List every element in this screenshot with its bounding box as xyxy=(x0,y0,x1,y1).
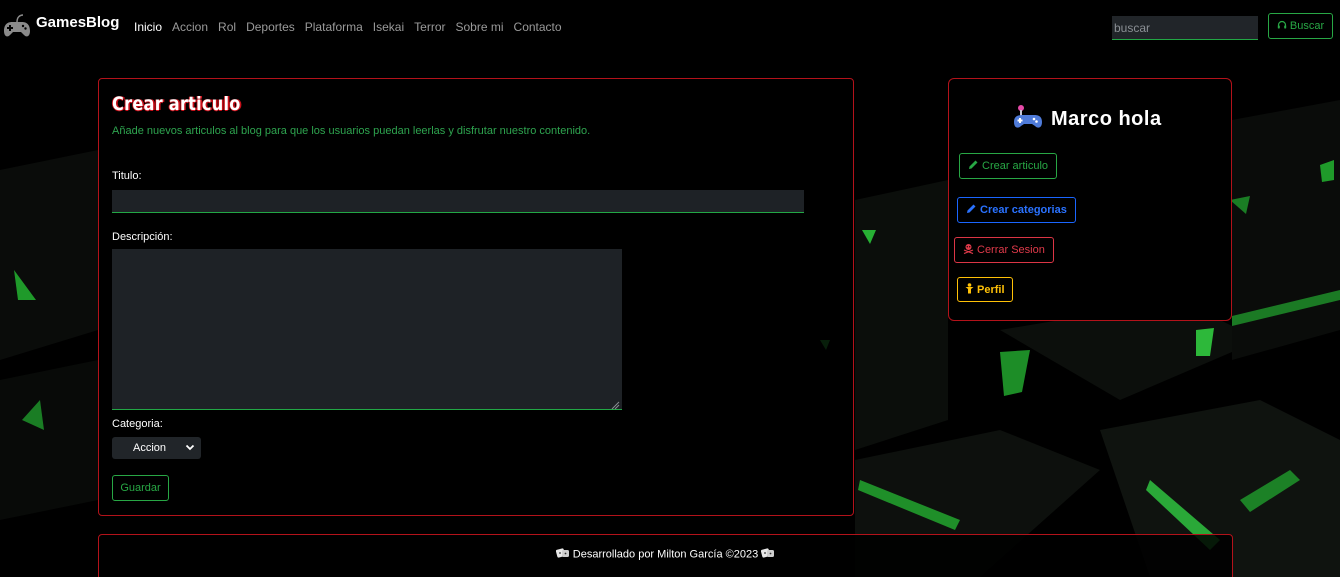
resize-grip-icon[interactable] xyxy=(611,397,620,410)
nav-item-isekai[interactable]: Isekai xyxy=(373,20,404,34)
nav-links: Inicio Accion Rol Deportes Plataforma Is… xyxy=(134,20,572,34)
headset-icon xyxy=(1277,20,1287,33)
search-button[interactable]: Buscar xyxy=(1268,13,1333,39)
footer-text: Desarrollado por Milton García ©2023 xyxy=(572,548,759,561)
top-navbar: GamesBlog Inicio Accion Rol Deportes Pla… xyxy=(0,0,1340,54)
user-header: Marco hola xyxy=(1011,103,1162,136)
nav-item-deportes[interactable]: Deportes xyxy=(246,20,295,34)
profile-label: Perfil xyxy=(977,283,1005,296)
skull-crossbones-icon xyxy=(963,243,974,257)
create-category-label: Crear categorias xyxy=(980,204,1067,216)
user-name: Marco hola xyxy=(1051,108,1162,130)
create-article-card: Crear articulo Añade nuevos articulos al… xyxy=(98,78,854,516)
user-panel: Marco hola Crear articulo Crear categori… xyxy=(948,78,1232,321)
dice-icon xyxy=(761,547,775,562)
nav-item-plataforma[interactable]: Plataforma xyxy=(305,20,363,34)
nav-item-rol[interactable]: Rol xyxy=(218,20,236,34)
category-select[interactable]: Accion xyxy=(112,437,201,459)
save-button[interactable]: Guardar xyxy=(112,475,169,501)
pencil-icon xyxy=(966,203,977,217)
user-icon xyxy=(965,282,974,297)
search-input[interactable] xyxy=(1112,16,1258,40)
dice-icon xyxy=(555,547,570,562)
create-article-label: Crear articulo xyxy=(982,160,1049,172)
logout-label: Cerrar Sesion xyxy=(977,244,1045,256)
gamepad-icon xyxy=(1011,103,1045,136)
nav-item-contacto[interactable]: Contacto xyxy=(514,20,562,34)
create-article-button[interactable]: Crear articulo xyxy=(959,153,1058,179)
page-subtitle: Añade nuevos articulos al blog para que … xyxy=(112,125,591,137)
pencil-icon xyxy=(968,159,979,173)
title-label: Titulo: xyxy=(112,170,142,182)
footer: Desarrollado por Milton García ©2023 xyxy=(98,534,1233,577)
description-label: Descripción: xyxy=(112,231,173,243)
nav-item-accion[interactable]: Accion xyxy=(172,20,208,34)
nav-item-inicio[interactable]: Inicio xyxy=(134,20,162,34)
brand[interactable]: GamesBlog xyxy=(0,9,119,43)
category-label: Categoria: xyxy=(112,418,163,430)
brand-name: GamesBlog xyxy=(36,13,120,31)
create-category-button[interactable]: Crear categorias xyxy=(957,197,1076,223)
description-textarea[interactable] xyxy=(112,249,622,410)
nav-item-terror[interactable]: Terror xyxy=(414,20,445,34)
category-selected-value: Accion xyxy=(133,442,167,454)
search-button-label: Buscar xyxy=(1289,20,1325,32)
chevron-down-icon xyxy=(185,442,195,452)
page-title: Crear articulo xyxy=(112,93,241,115)
footer-line: Desarrollado por Milton García ©2023 xyxy=(99,547,1232,562)
logout-button[interactable]: Cerrar Sesion xyxy=(954,237,1054,263)
title-input[interactable] xyxy=(112,190,804,213)
profile-button[interactable]: Perfil xyxy=(957,277,1013,302)
nav-item-sobre-mi[interactable]: Sobre mi xyxy=(456,20,504,34)
gamepad-icon xyxy=(0,9,34,43)
